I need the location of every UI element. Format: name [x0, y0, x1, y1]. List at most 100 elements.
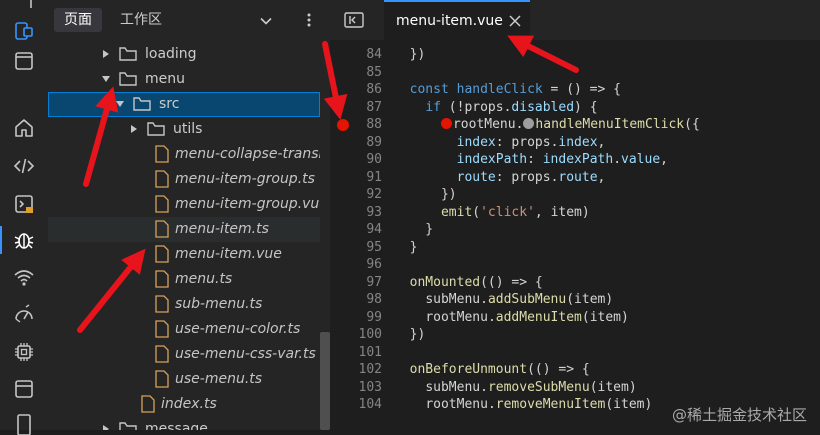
line-number: 86	[366, 82, 382, 97]
code-line: })	[394, 47, 426, 62]
line-number: 91	[366, 169, 382, 185]
home-icon[interactable]	[13, 117, 35, 139]
activity-bar	[0, 0, 49, 435]
line-number: 100	[358, 327, 382, 342]
editor-tab-label: menu-item.vue	[396, 13, 503, 29]
line-number: 103	[358, 379, 382, 395]
line-number: 99	[366, 309, 382, 325]
tree-file[interactable]: menu-collapse-transi	[48, 142, 320, 167]
run-debug-icon[interactable]	[13, 0, 35, 16]
code-icon[interactable]	[13, 155, 35, 177]
code-line: rootMenu.addMenuItem(item)	[425, 309, 629, 325]
folder-icon	[119, 72, 137, 86]
caret-down-icon[interactable]	[115, 99, 125, 109]
tree-folder[interactable]: src	[48, 92, 320, 117]
line-number: 89	[366, 134, 382, 150]
tree-item-label: use-menu-color.ts	[175, 321, 301, 337]
breakpoint-icon[interactable]	[337, 119, 349, 131]
editor: menu-item.vue 84 85 86 87 88 89 90 91 92 93 94 95 96…	[330, 0, 820, 430]
tree-file[interactable]: menu-item-group.ts	[48, 167, 320, 192]
line-gutter[interactable]: 84 85 86 87 88 89 90 91 92 93 94 95 96 97 98 99 100 101 10…	[330, 40, 394, 430]
line-number: 104	[358, 397, 382, 412]
file-icon	[155, 195, 169, 213]
tree-item-label: src	[159, 96, 180, 112]
line-number: 85	[366, 64, 382, 80]
tree-folder[interactable]: menu	[48, 67, 320, 92]
line-number: 102	[358, 362, 382, 377]
toggle-sidebar-icon[interactable]	[344, 12, 364, 28]
code-line: rootMenu. handleMenuItemClick({	[394, 116, 700, 134]
file-icon	[155, 295, 169, 313]
file-icon	[155, 320, 169, 338]
tree-folder[interactable]: message	[48, 417, 320, 430]
tree-folder[interactable]: loading	[48, 42, 320, 67]
code-line: emit('click', item)	[440, 204, 590, 220]
line-number: 84	[366, 47, 382, 62]
tree-item-label: message	[145, 421, 208, 430]
tree-item-label: utils	[173, 121, 203, 137]
line-number: 101	[358, 344, 382, 360]
tree-item-label: menu-collapse-transi	[175, 146, 320, 162]
more-icon[interactable]	[302, 12, 316, 28]
code-area[interactable]: }) const handleClick = () => { if (!prop…	[394, 40, 820, 430]
tree-item-label: menu	[145, 71, 185, 87]
tree-item-label: menu-item.ts	[175, 221, 269, 237]
code-line: route: props.route,	[456, 169, 606, 185]
tree-file[interactable]: menu-item-group.vue	[48, 192, 320, 217]
folder-icon	[119, 422, 137, 430]
folder-icon	[147, 122, 165, 136]
tree-file[interactable]: menu-item.ts	[48, 217, 320, 242]
line-number: 96	[366, 257, 382, 272]
caret-right-icon[interactable]	[129, 124, 139, 134]
window-icon[interactable]	[13, 50, 35, 72]
code-line: }	[394, 222, 434, 237]
chevron-down-icon[interactable]	[260, 15, 272, 27]
code-line: subMenu.addSubMenu(item)	[425, 292, 614, 307]
performance-icon[interactable]	[13, 303, 35, 325]
caret-down-icon[interactable]	[101, 74, 111, 84]
tree-file[interactable]: menu.ts	[48, 267, 320, 292]
panel-icon[interactable]	[13, 378, 35, 400]
sidebar-tabs: 页面 工作区	[48, 0, 330, 38]
code-line: })	[394, 187, 457, 202]
inline-breakpoint-icon[interactable]	[523, 118, 535, 129]
code-line: if (!props.disabled) {	[425, 99, 598, 115]
tree-item-label: use-menu.ts	[175, 371, 263, 387]
chip-icon[interactable]	[13, 341, 35, 363]
caret-right-icon[interactable]	[101, 424, 111, 430]
editor-tab-menu-item-vue[interactable]: menu-item.vue	[384, 0, 530, 40]
file-icon	[155, 220, 169, 238]
code-line: rootMenu.removeMenuItem(item)	[425, 397, 653, 412]
watermark: @稀土掘金技术社区	[672, 406, 808, 424]
file-icon	[155, 170, 169, 188]
tree-file[interactable]: use-menu-color.ts	[48, 317, 320, 342]
code-line: indexPath: indexPath.value,	[456, 152, 668, 167]
tree-file[interactable]: sub-menu.ts	[48, 292, 320, 317]
folder-icon	[119, 47, 137, 61]
scrollbar-thumb[interactable]	[320, 332, 330, 430]
wifi-icon[interactable]	[13, 267, 35, 289]
close-icon[interactable]	[508, 14, 522, 28]
caret-right-icon[interactable]	[101, 49, 111, 59]
tree-file[interactable]: use-menu.ts	[48, 367, 320, 392]
line-number: 98	[366, 292, 382, 307]
tab-workspace[interactable]: 工作区	[110, 8, 172, 32]
document-icon[interactable]	[13, 413, 35, 435]
remote-explorer-icon[interactable]	[13, 20, 35, 42]
file-icon	[155, 370, 169, 388]
terminal-icon[interactable]	[13, 193, 35, 215]
bug-icon[interactable]	[13, 229, 35, 251]
inline-breakpoint-icon[interactable]	[440, 118, 452, 129]
line-number: 95	[366, 239, 382, 255]
code-line: }	[394, 239, 418, 255]
tree-folder[interactable]: utils	[48, 117, 320, 142]
tree-file[interactable]: index.ts	[48, 392, 320, 417]
code-line: onMounted(() => {	[409, 274, 543, 290]
tree-file[interactable]: use-menu-css-var.ts	[48, 342, 320, 367]
active-indicator	[0, 226, 2, 254]
tree-item-label: menu-item-group.vue	[175, 196, 320, 212]
tab-page[interactable]: 页面	[54, 8, 102, 32]
tree-file[interactable]: menu-item.vue	[48, 242, 320, 267]
file-icon	[155, 145, 169, 163]
code-line: })	[394, 327, 426, 342]
